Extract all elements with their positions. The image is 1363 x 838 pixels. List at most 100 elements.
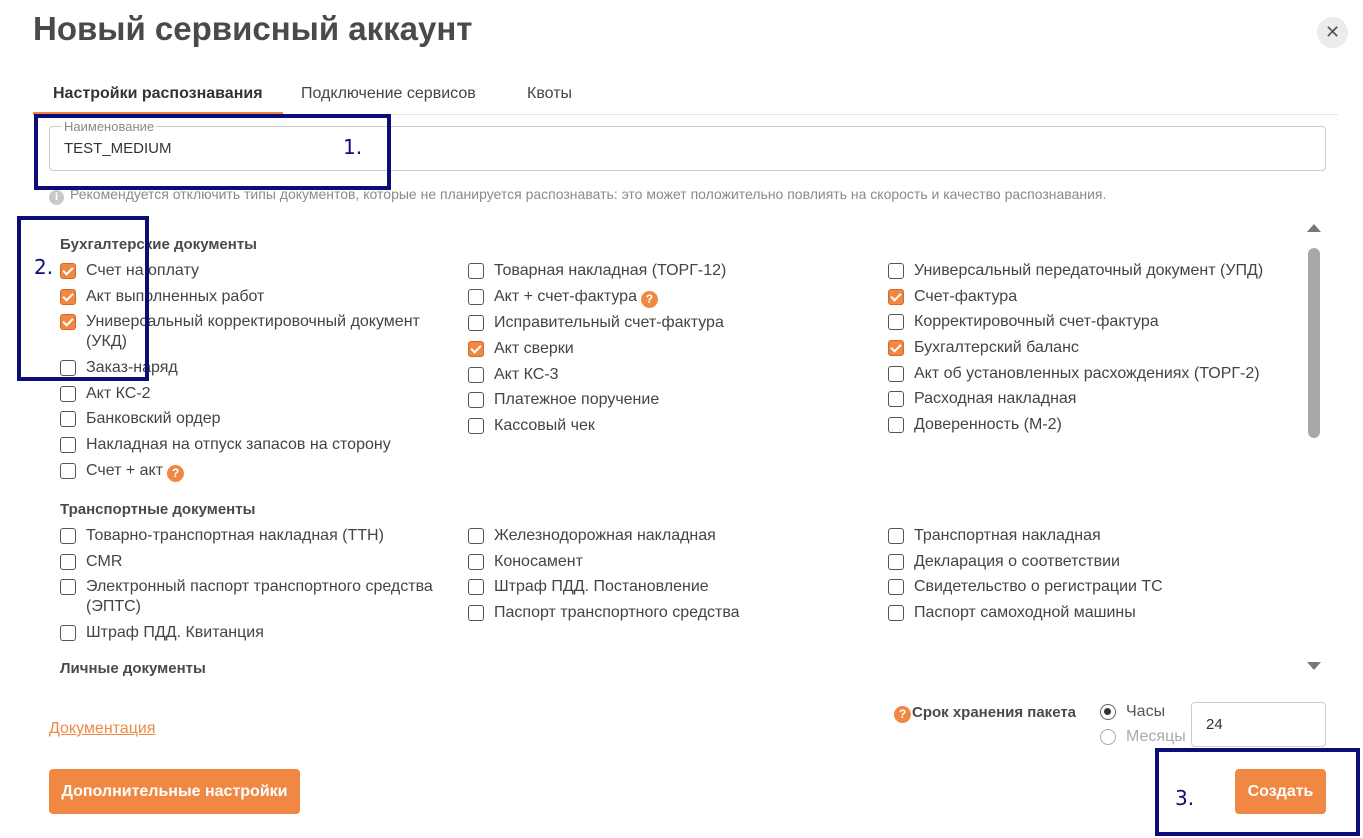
document-type-item[interactable]: Штраф ПДД. Постановление: [468, 577, 868, 597]
checkbox-checked[interactable]: [888, 340, 904, 357]
document-type-label: Акт КС-2: [86, 384, 151, 402]
close-button[interactable]: ✕: [1317, 17, 1348, 48]
radio-months[interactable]: Месяцы: [1100, 727, 1186, 747]
scrollbar[interactable]: [1303, 218, 1325, 684]
document-type-item[interactable]: Банковский ордер: [60, 409, 460, 429]
scrollbar-thumb[interactable]: [1308, 248, 1320, 438]
document-type-item[interactable]: Паспорт самоходной машины: [888, 603, 1288, 623]
document-type-item[interactable]: Расходная накладная: [888, 389, 1288, 409]
checkbox[interactable]: [60, 553, 76, 570]
document-type-item[interactable]: Исправительный счет-фактура: [468, 313, 868, 333]
checkbox[interactable]: [888, 263, 904, 279]
document-type-item[interactable]: Коносамент: [468, 552, 868, 572]
document-type-item[interactable]: Счет-фактура: [888, 287, 1288, 307]
document-type-label: CMR: [86, 552, 123, 570]
document-type-item[interactable]: Универсальный передаточный документ (УПД…: [888, 261, 1288, 281]
checkbox[interactable]: [888, 391, 904, 408]
tab-recognition-settings[interactable]: Настройки распознавания: [33, 84, 283, 115]
document-type-item[interactable]: Бухгалтерский баланс: [888, 338, 1288, 358]
document-type-label: Товарная накладная (ТОРГ-12): [494, 262, 727, 279]
storage-help-icon[interactable]: ?: [894, 706, 911, 723]
document-type-item[interactable]: CMR: [60, 552, 460, 572]
checkbox[interactable]: [60, 528, 76, 544]
document-type-label: Акт сверки: [494, 340, 574, 358]
document-type-label: Штраф ПДД. Постановление: [494, 578, 709, 596]
checkbox[interactable]: [888, 417, 904, 434]
document-type-item[interactable]: Корректировочный счет-фактура: [888, 312, 1288, 332]
document-type-item[interactable]: Железнодорожная накладная: [468, 526, 868, 546]
scroll-up-arrow-icon[interactable]: [1307, 224, 1321, 232]
checkbox[interactable]: [468, 263, 484, 279]
checkbox[interactable]: [468, 528, 484, 544]
document-type-item[interactable]: Платежное поручение: [468, 390, 868, 410]
document-type-item[interactable]: Транспортная накладная: [888, 526, 1288, 546]
checkbox[interactable]: [60, 411, 76, 428]
document-type-item[interactable]: Свидетельство о регистрации ТС: [888, 577, 1288, 597]
scroll-down-arrow-icon[interactable]: [1307, 662, 1321, 670]
checkbox[interactable]: [60, 625, 76, 642]
checkbox[interactable]: [468, 288, 484, 305]
dialog-title: Новый сервисный аккаунт: [33, 10, 473, 47]
document-type-label: Коносамент: [494, 552, 583, 570]
document-type-item[interactable]: Акт КС-3: [468, 365, 868, 385]
document-type-item[interactable]: Товарно-транспортная накладная (ТТН): [60, 526, 460, 546]
checkbox[interactable]: [888, 365, 904, 382]
checkbox[interactable]: [468, 315, 484, 332]
document-type-label: Счет-фактура: [914, 287, 1018, 305]
document-type-item[interactable]: Товарная накладная (ТОРГ-12): [468, 261, 868, 281]
checkbox[interactable]: [468, 392, 484, 409]
annotation-box-2: [17, 216, 149, 381]
tab-service-connections[interactable]: Подключение сервисов: [281, 84, 496, 115]
tab-quotas[interactable]: Квоты: [507, 84, 592, 115]
checkbox[interactable]: [468, 579, 484, 596]
help-icon[interactable]: ?: [167, 464, 185, 482]
document-type-item[interactable]: Электронный паспорт транспортного средст…: [60, 577, 460, 617]
document-type-item[interactable]: Штраф ПДД. Квитанция: [60, 623, 460, 643]
radio-hours-button[interactable]: [1100, 704, 1116, 720]
help-icon[interactable]: ?: [640, 290, 658, 308]
document-type-label: Акт об установленных расхождениях (ТОРГ-…: [914, 364, 1260, 382]
document-type-item[interactable]: Акт КС-2: [60, 384, 460, 404]
document-type-label: Штраф ПДД. Квитанция: [86, 624, 264, 642]
checkbox[interactable]: [888, 528, 904, 544]
checkbox[interactable]: [888, 314, 904, 331]
additional-settings-button[interactable]: Дополнительные настройки: [49, 769, 300, 814]
document-type-item[interactable]: Накладная на отпуск запасов на сторону: [60, 435, 460, 455]
radio-months-button[interactable]: [1100, 729, 1116, 745]
document-type-item[interactable]: Акт + счет-фактура?: [468, 287, 868, 308]
document-type-item[interactable]: Декларация о соответствии: [888, 552, 1288, 572]
document-type-label: Транспортная накладная: [914, 527, 1101, 544]
checkbox[interactable]: [60, 437, 76, 454]
checkbox[interactable]: [468, 553, 484, 570]
checkbox[interactable]: [888, 553, 904, 570]
document-type-label: Доверенность (М-2): [914, 416, 1062, 434]
checkbox[interactable]: [888, 605, 904, 622]
document-types-list: Бухгалтерские документы Счет на оплату Акт…: [49, 218, 1326, 684]
checkbox-checked[interactable]: [468, 341, 484, 358]
documentation-link[interactable]: Документация: [49, 720, 155, 738]
checkbox-checked[interactable]: [888, 288, 904, 305]
document-type-item[interactable]: Паспорт транспортного средства: [468, 603, 868, 623]
info-icon: i: [49, 190, 64, 205]
checkbox[interactable]: [60, 579, 76, 596]
document-column: Универсальный передаточный документ (УПД…: [888, 261, 1288, 441]
document-type-item[interactable]: Кассовый чек: [468, 416, 868, 436]
tabs-bar: Настройки распознавания Подключение серв…: [33, 84, 1338, 115]
document-type-item[interactable]: Счет + акт?: [60, 461, 460, 482]
checkbox[interactable]: [60, 462, 76, 479]
checkbox[interactable]: [468, 605, 484, 622]
checkbox[interactable]: [468, 366, 484, 383]
document-type-label: Расходная накладная: [914, 390, 1077, 408]
checkbox[interactable]: [468, 418, 484, 435]
document-type-item[interactable]: Акт сверки: [468, 339, 868, 359]
annotation-box-1: [34, 114, 391, 190]
radio-hours[interactable]: Часы: [1100, 702, 1165, 722]
document-type-item[interactable]: Доверенность (М-2): [888, 415, 1288, 435]
checkbox[interactable]: [60, 385, 76, 402]
storage-period-label: Срок хранения пакета: [912, 704, 1077, 721]
document-type-item[interactable]: Акт об установленных расхождениях (ТОРГ-…: [888, 364, 1288, 384]
document-type-label: Платежное поручение: [494, 391, 660, 409]
storage-period-input[interactable]: [1191, 702, 1326, 747]
document-type-label: Электронный паспорт транспортного средст…: [86, 578, 433, 616]
checkbox[interactable]: [888, 579, 904, 596]
